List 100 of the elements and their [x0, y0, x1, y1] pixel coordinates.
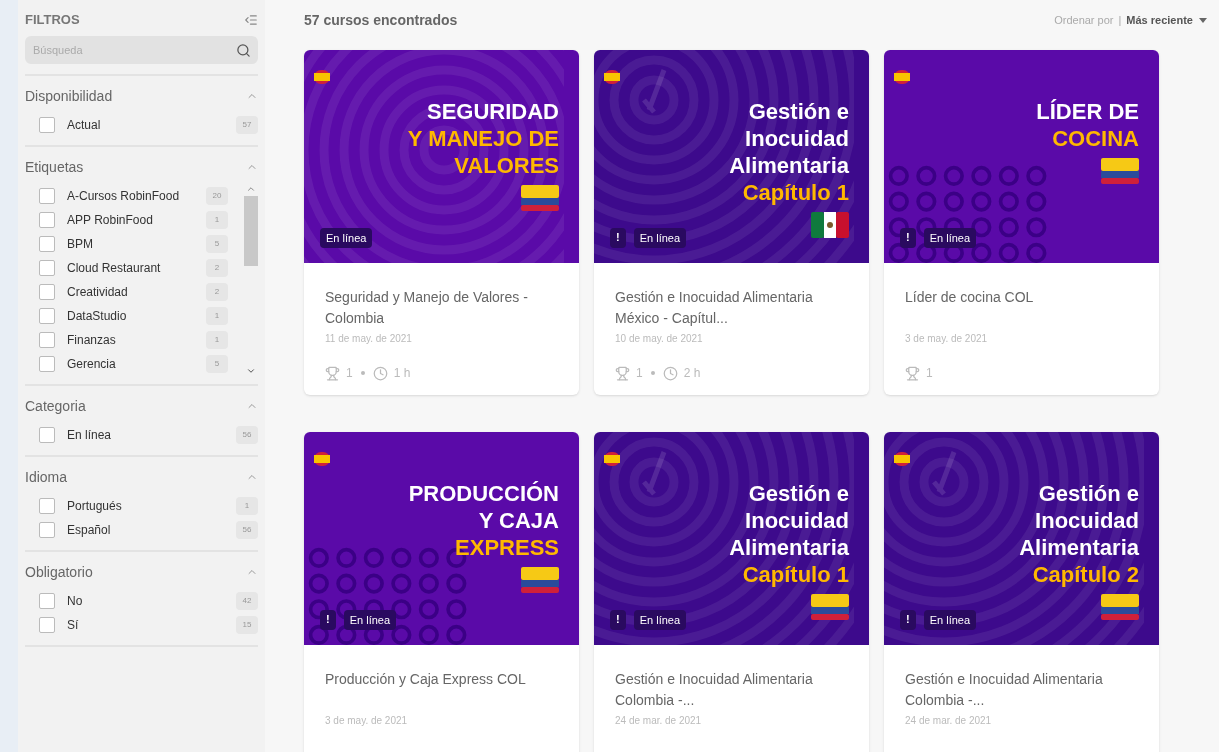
filter-section-title[interactable]: Idioma	[25, 466, 68, 488]
checkbox[interactable]	[39, 497, 55, 514]
checkbox[interactable]	[39, 521, 55, 538]
filter-option-label[interactable]: DataStudio	[67, 306, 206, 325]
count-badge: 56	[236, 520, 258, 539]
spain-flag-icon	[894, 452, 910, 466]
thumbnail-heading: Gestión e	[748, 480, 849, 507]
filter-option-label[interactable]: Gerencia	[67, 354, 206, 373]
filter-option-label[interactable]: Creatividad	[67, 282, 206, 301]
course-title[interactable]: Gestión e Inocuidad Alimentaria Colombia -...	[905, 669, 1138, 711]
duration: 2 h	[683, 365, 701, 382]
sidebar-title: FILTROS	[25, 11, 80, 29]
sort-dropdown[interactable]: Más reciente	[1126, 11, 1207, 29]
filter-option-label[interactable]: A-Cursos RobinFood	[67, 186, 206, 205]
course-title[interactable]: Seguridad y Manejo de Valores - Colombia	[325, 287, 558, 329]
trophy-icon	[325, 365, 340, 381]
course-date: 24 de mar. de 2021	[905, 714, 993, 728]
course-card[interactable]: Gestión e Inocuidad Alimentaria Capítulo 1 ! En línea Gestión e Inocuidad Alimentaria Colombia -... 24 de mar. de 2021	[594, 432, 869, 752]
trophy-count: 1	[636, 365, 643, 382]
checkbox[interactable]	[39, 259, 55, 276]
checkbox[interactable]	[39, 426, 55, 443]
count-badge: 1	[206, 306, 228, 325]
thumbnail-heading: LÍDER DE	[1036, 98, 1139, 125]
course-title[interactable]: Gestión e Inocuidad Alimentaria México - Capítul...	[615, 287, 848, 329]
count-badge: 56	[236, 425, 258, 444]
checkbox[interactable]	[39, 235, 55, 252]
thumbnail-heading: Y CAJA	[478, 507, 559, 534]
checkbox[interactable]	[39, 283, 55, 300]
checkbox[interactable]	[39, 116, 55, 133]
course-title[interactable]: Gestión e Inocuidad Alimentaria Colombia -...	[615, 669, 848, 711]
online-badge: En línea	[923, 227, 977, 248]
results-count: 57 cursos encontrados	[304, 10, 458, 30]
course-card[interactable]: SEGURIDAD Y MANEJO DE VALORES En línea Seguridad y Manejo de Valores - Colombia 11 de may. de 2021 1 1 h	[304, 50, 579, 395]
checkbox[interactable]	[39, 187, 55, 204]
checkbox[interactable]	[39, 307, 55, 324]
checkbox[interactable]	[39, 616, 55, 633]
clock-icon	[372, 365, 388, 381]
course-date: 3 de may. de 2021	[325, 714, 409, 728]
sort-label: Ordenar por	[1054, 12, 1114, 28]
filter-option-label[interactable]: Sí	[67, 615, 236, 634]
thumbnail-heading: Inocuidad	[745, 507, 849, 534]
online-badge: En línea	[633, 609, 687, 630]
trophy-count: 1	[926, 365, 933, 382]
checkbox[interactable]	[39, 331, 55, 348]
separator: |	[1118, 12, 1122, 28]
thumbnail-heading: Gestión e	[1038, 480, 1139, 507]
count-badge: 2	[206, 258, 228, 277]
search-icon[interactable]	[236, 42, 251, 58]
thumbnail-heading: VALORES	[454, 152, 559, 179]
trophy-count: 1	[346, 365, 353, 382]
course-title[interactable]: Líder de cocina COL	[905, 287, 1138, 329]
filter-section-title[interactable]: Obligatorio	[25, 561, 93, 583]
filter-option-label[interactable]: En línea	[67, 425, 236, 444]
course-card[interactable]: Gestión e Inocuidad Alimentaria Capítulo 1 ! En línea Gestión e Inocuidad Alimentaria México - Capítul... 10 de may. de 2021 1 2 h	[594, 50, 869, 395]
count-badge: 1	[236, 496, 258, 515]
thumbnail-heading: SEGURIDAD	[427, 98, 559, 125]
filter-option-label[interactable]: Finanzas	[67, 330, 206, 349]
search-field[interactable]: Búsqueda	[25, 35, 258, 64]
count-badge: 1	[206, 210, 228, 229]
course-title[interactable]: Producción y Caja Express COL	[325, 669, 558, 711]
thumbnail-heading: Capítulo 1	[742, 561, 849, 588]
thumbnail-heading: Alimentaria	[1019, 534, 1139, 561]
filter-option-label[interactable]: Cloud Restaurant	[67, 258, 206, 277]
online-badge: En línea	[633, 227, 687, 248]
count-badge: 2	[206, 282, 228, 301]
spain-flag-icon	[604, 70, 620, 84]
filter-option-label[interactable]: BPM	[67, 234, 206, 253]
checkbox[interactable]	[39, 355, 55, 372]
count-badge: 42	[236, 591, 258, 610]
course-card[interactable]: LÍDER DE COCINA ! En línea Líder de cocina COL 3 de may. de 2021 1	[884, 50, 1159, 395]
thumbnail-heading: EXPRESS	[455, 534, 559, 561]
filter-option-label[interactable]: No	[67, 591, 236, 610]
filter-section-title[interactable]: Etiquetas	[25, 156, 84, 178]
course-card[interactable]: PRODUCCIÓN Y CAJA EXPRESS ! En línea Producción y Caja Express COL 3 de may. de 2021	[304, 432, 579, 752]
course-date: 11 de may. de 2021	[325, 332, 413, 346]
collapse-sidebar-icon[interactable]	[244, 12, 258, 27]
alert-icon: !	[900, 609, 916, 630]
clock-icon	[662, 365, 678, 381]
filter-section-title[interactable]: Categoria	[25, 395, 86, 417]
course-card[interactable]: Gestión e Inocuidad Alimentaria Capítulo 2 ! En línea Gestión e Inocuidad Alimentaria Colombia -... 24 de mar. de 2021	[884, 432, 1159, 752]
filter-section-title[interactable]: Disponibilidad	[25, 85, 113, 107]
thumbnail-heading: Inocuidad	[745, 125, 849, 152]
filter-option-label[interactable]: APP RobinFood	[67, 210, 206, 229]
filter-option-label[interactable]: Portugués	[67, 496, 236, 515]
trophy-icon	[905, 365, 920, 381]
checkbox[interactable]	[39, 211, 55, 228]
trophy-icon	[615, 365, 630, 381]
course-date: 24 de mar. de 2021	[615, 714, 703, 728]
filter-option-label[interactable]: Español	[67, 520, 236, 539]
filter-option-label[interactable]: Actual	[67, 115, 236, 134]
checkbox[interactable]	[39, 592, 55, 609]
online-badge: En línea	[320, 227, 373, 248]
count-badge: 20	[206, 186, 228, 205]
spain-flag-icon	[604, 452, 620, 466]
count-badge: 15	[236, 615, 258, 634]
thumbnail-heading: Capítulo 1	[742, 179, 849, 206]
online-badge: En línea	[343, 609, 397, 630]
spain-flag-icon	[894, 70, 910, 84]
thumbnail-heading: Alimentaria	[729, 534, 849, 561]
course-date: 10 de may. de 2021	[615, 332, 704, 346]
